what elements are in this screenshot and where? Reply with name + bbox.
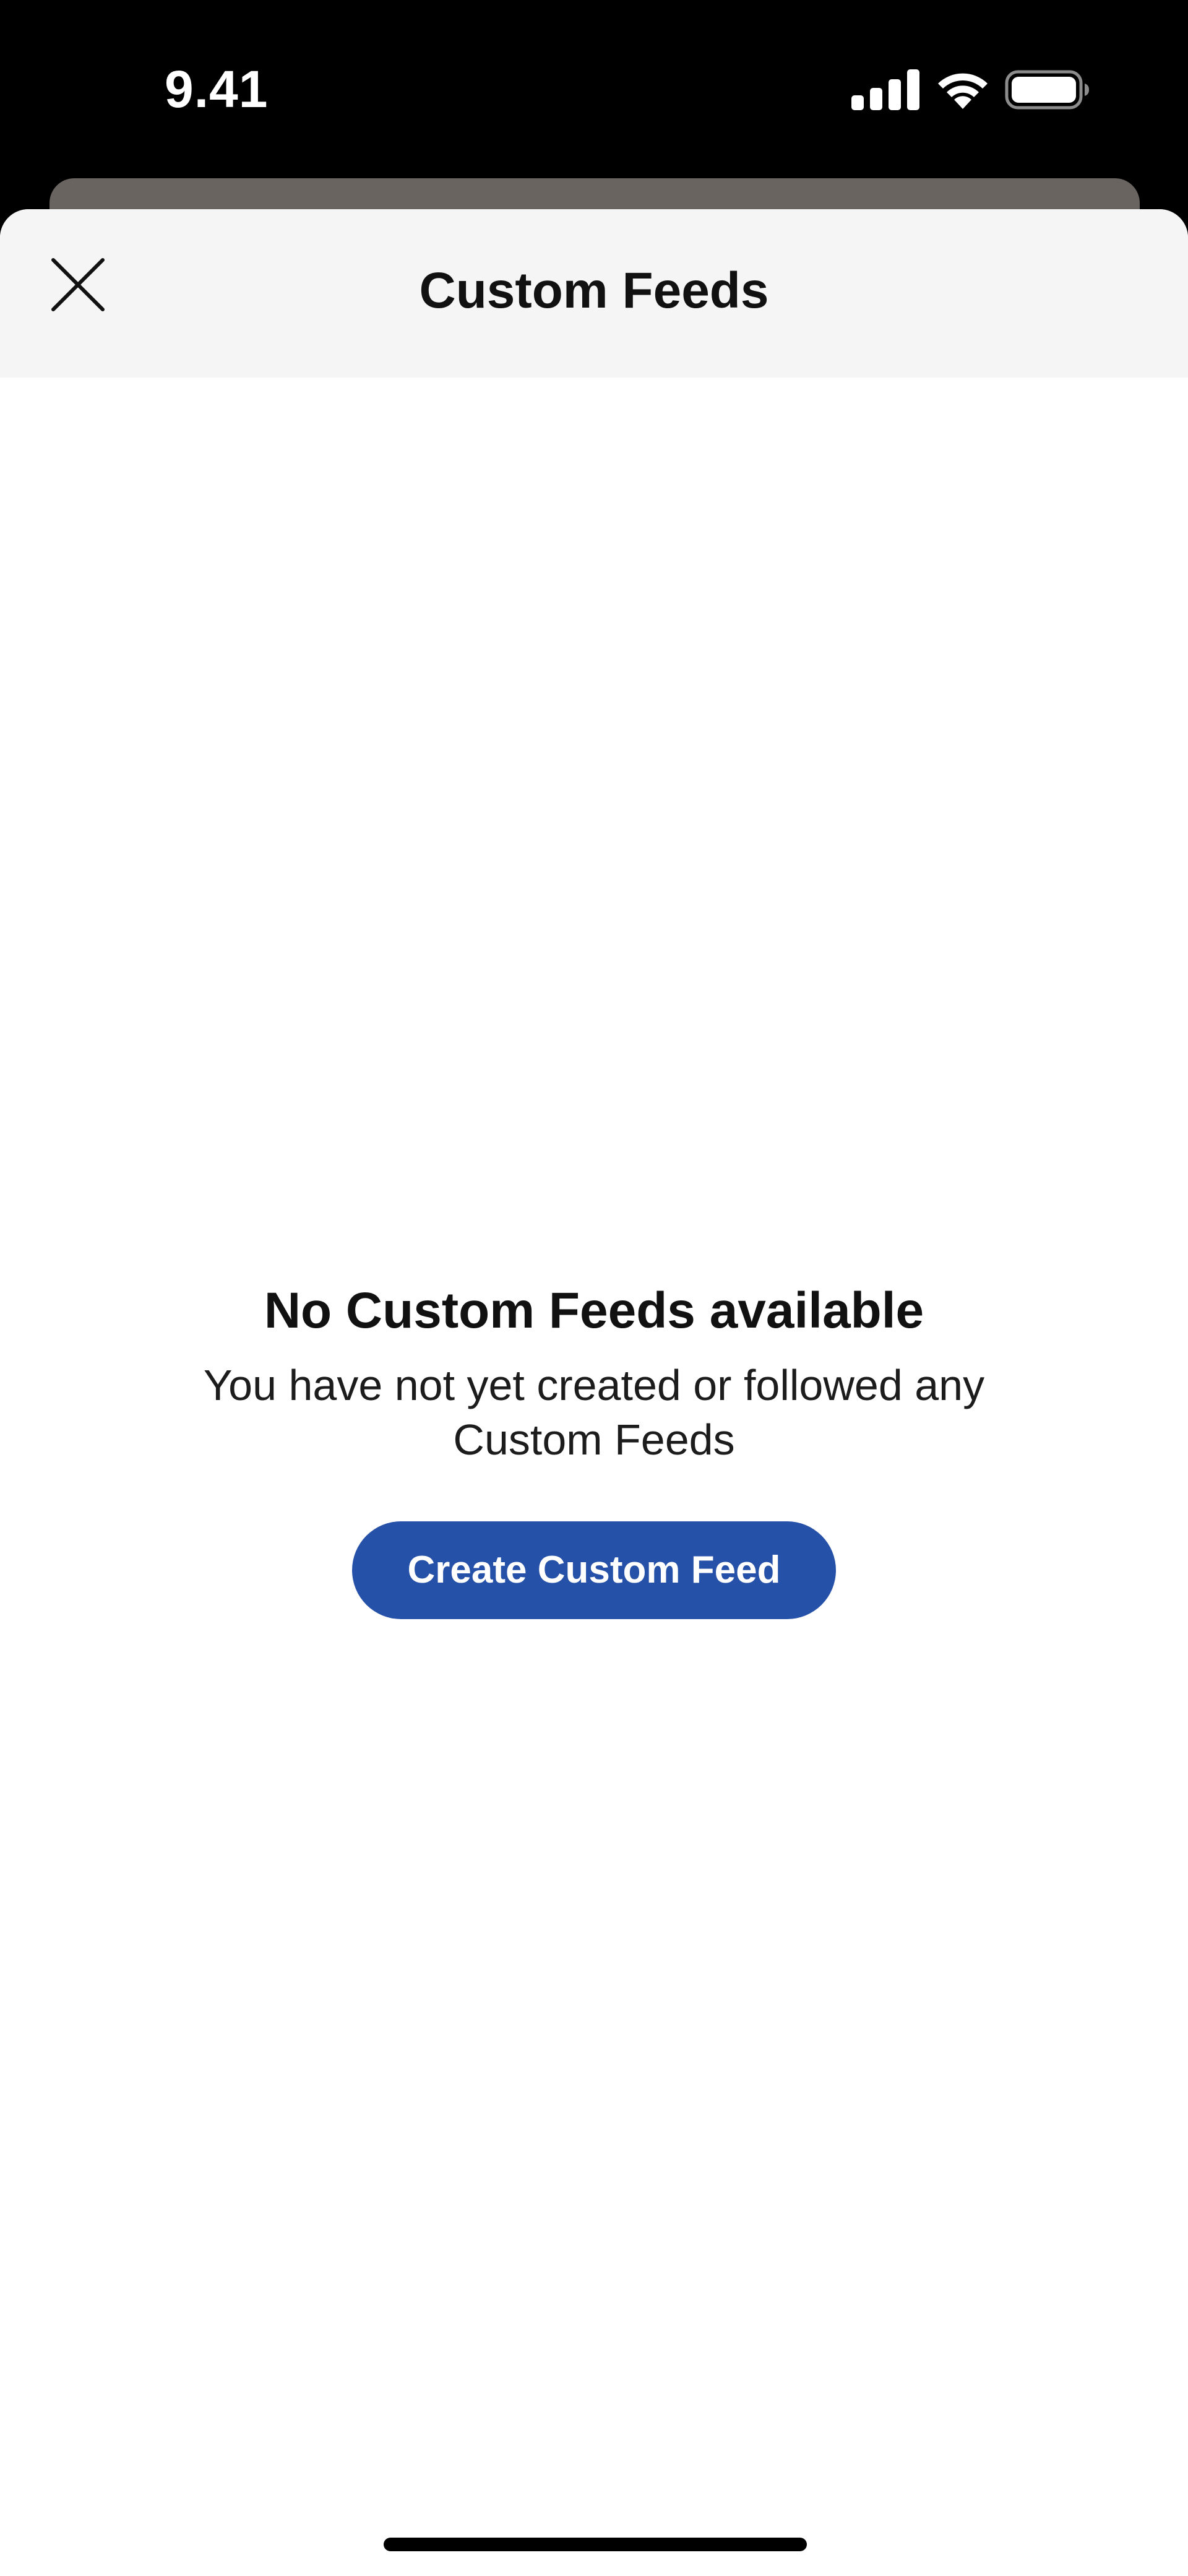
empty-state-title: No Custom Feeds available [264,1282,924,1339]
cellular-signal-icon [851,69,919,110]
screen: 9.41 Custom Feeds No Custom Feeds availa… [0,0,1188,2576]
custom-feeds-sheet: Custom Feeds No Custom Feeds available Y… [0,209,1188,2576]
sheet-title: Custom Feeds [419,262,769,319]
empty-state-description: You have not yet created or followed any… [203,1361,985,1464]
battery-icon [1005,70,1089,110]
empty-state: No Custom Feeds available You have not y… [0,1280,1188,1619]
status-icons [850,68,1091,111]
status-bar: 9.41 [0,0,1188,176]
wifi-icon [938,73,988,109]
sheet-header: Custom Feeds [0,209,1188,378]
home-indicator[interactable] [384,2538,807,2551]
status-time: 9.41 [165,60,269,118]
create-custom-feed-button[interactable]: Create Custom Feed [352,1521,836,1619]
